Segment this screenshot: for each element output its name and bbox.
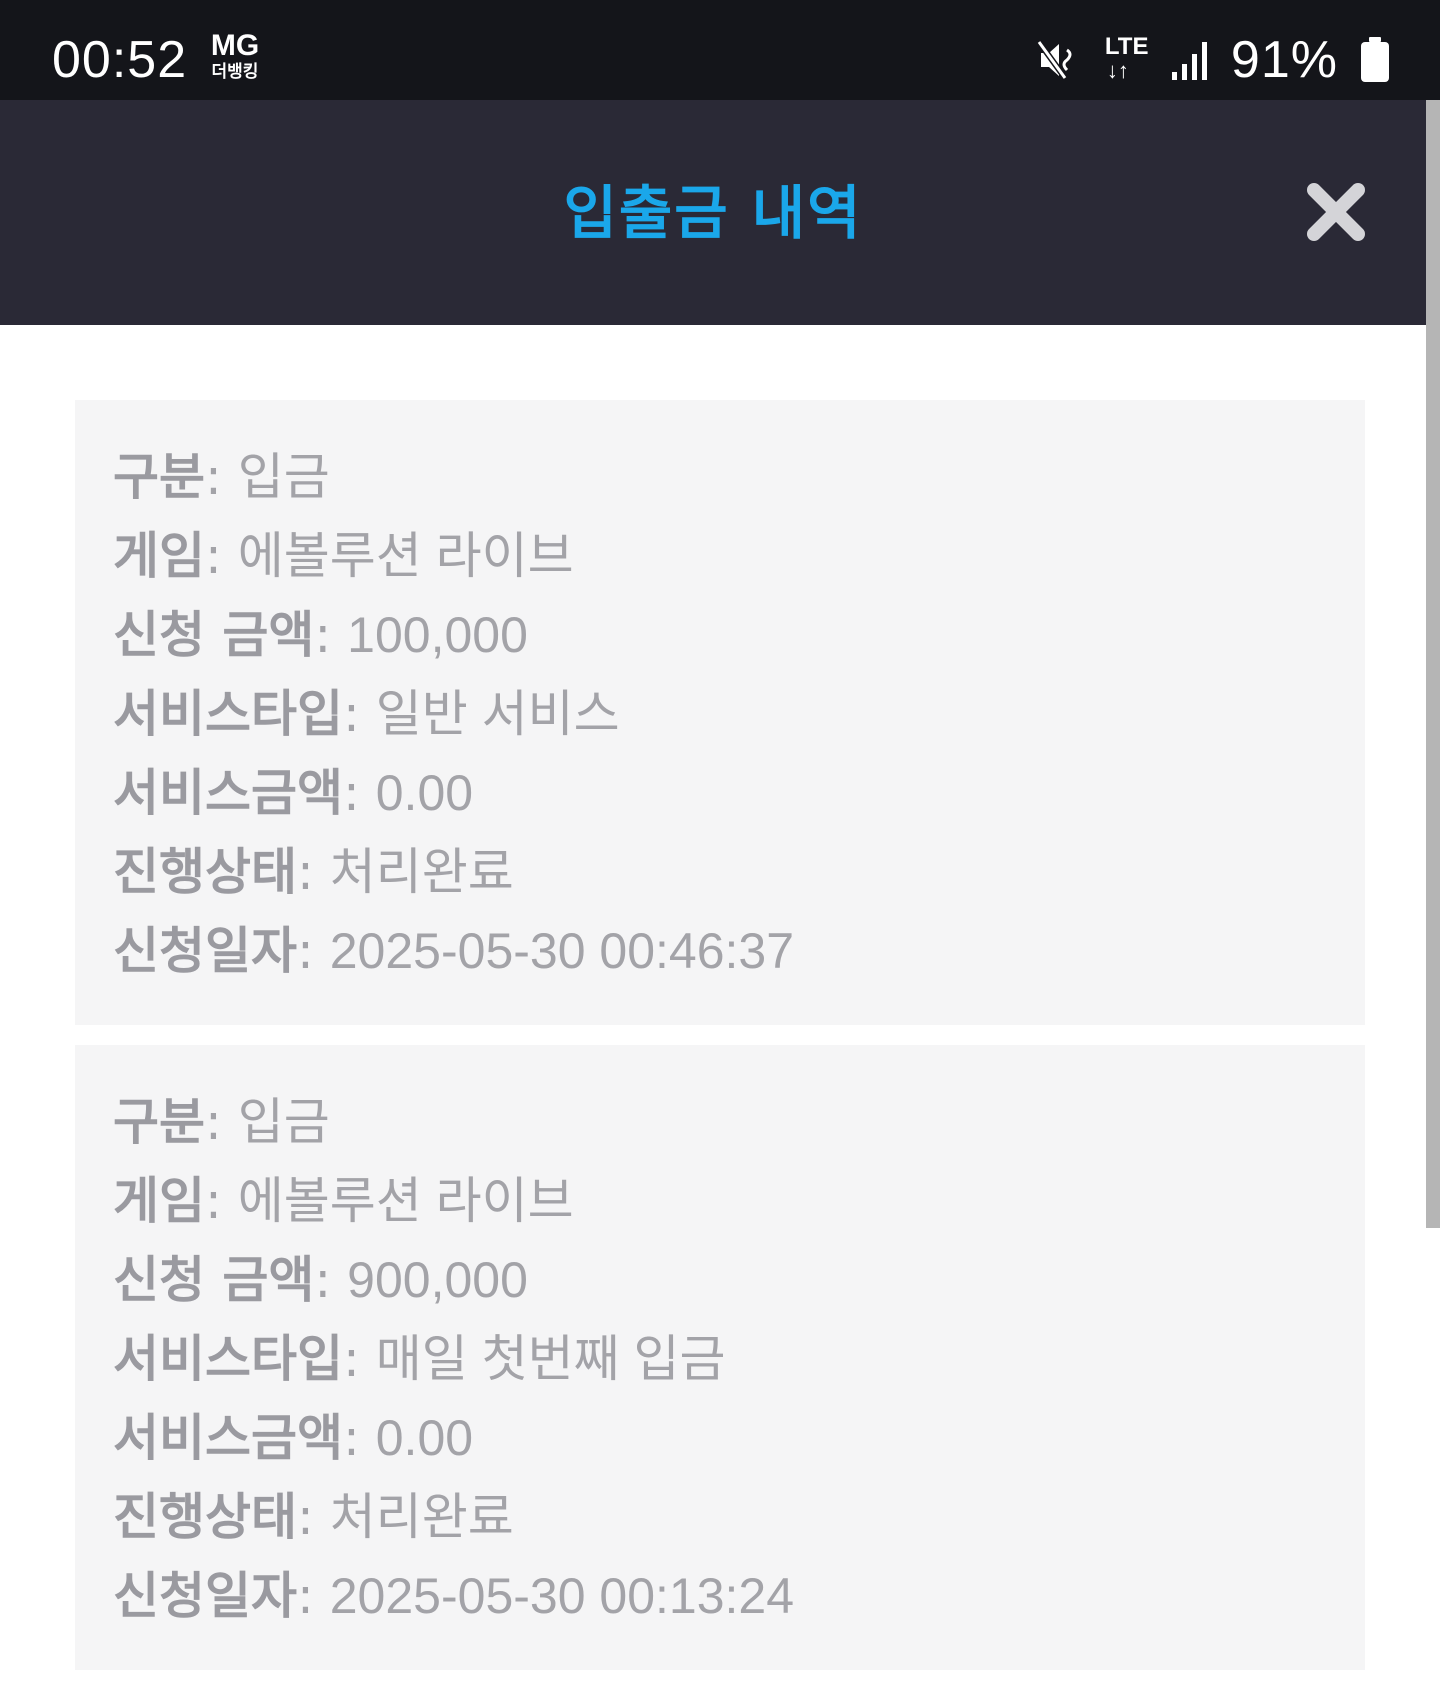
lte-indicator: LTE ↓↑ [1103, 35, 1149, 85]
battery-percent: 91% [1230, 31, 1338, 89]
battery-icon [1360, 37, 1390, 83]
status-label: 진행상태 [113, 843, 297, 901]
date-label: 신청일자 [113, 1567, 297, 1625]
transaction-card: 구분: 입금 게임: 에볼루션 라이브 신청 금액: 100,000 서비스타입… [75, 400, 1365, 1025]
game-row: 게임: 에볼루션 라이브 [113, 1172, 574, 1230]
status-time: 00:52 [52, 31, 188, 89]
amount-row: 신청 금액: 100,000 [113, 606, 528, 664]
transaction-list: 구분: 입금 게임: 에볼루션 라이브 신청 금액: 100,000 서비스타입… [75, 400, 1365, 1690]
game-value: 에볼루션 라이브 [237, 1173, 574, 1229]
type-label: 구분 [113, 1093, 205, 1151]
service-type-row: 서비스타입: 일반 서비스 [113, 685, 620, 743]
service-amount-label: 서비스금액 [113, 1409, 343, 1467]
amount-value: 900,000 [347, 1252, 528, 1308]
service-type-row: 서비스타입: 매일 첫번째 입금 [113, 1330, 726, 1388]
game-value: 에볼루션 라이브 [237, 528, 574, 584]
date-value: 2025-05-30 00:46:37 [329, 923, 795, 979]
type-row: 구분: 입금 [113, 1093, 330, 1151]
page-title: 입출금 내역 [563, 179, 863, 247]
date-label: 신청일자 [113, 922, 297, 980]
amount-value: 100,000 [347, 607, 528, 663]
date-row: 신청일자: 2025-05-30 00:13:24 [113, 1567, 795, 1625]
status-value: 처리완료 [329, 1489, 514, 1545]
status-indicators: LTE ↓↑ 91% [1036, 30, 1390, 90]
service-amount-label: 서비스금액 [113, 764, 343, 822]
service-amount-value: 0.00 [375, 765, 474, 821]
type-row: 구분: 입금 [113, 448, 330, 506]
type-value: 입금 [237, 1094, 330, 1150]
amount-row: 신청 금액: 900,000 [113, 1251, 528, 1309]
game-row: 게임: 에볼루션 라이브 [113, 527, 574, 585]
scrollbar-thumb[interactable] [1426, 100, 1440, 1228]
service-amount-row: 서비스금액: 0.00 [113, 764, 474, 822]
date-value: 2025-05-30 00:13:24 [329, 1568, 795, 1624]
service-type-value: 일반 서비스 [375, 686, 620, 742]
date-row: 신청일자: 2025-05-30 00:46:37 [113, 922, 795, 980]
data-activity-icon: ↓↑ [1106, 58, 1129, 83]
game-label: 게임 [113, 527, 205, 585]
transaction-card: 구분: 입금 게임: 에볼루션 라이브 신청 금액: 900,000 서비스타입… [75, 1045, 1365, 1670]
status-value: 처리완료 [329, 844, 514, 900]
amount-label: 신청 금액 [113, 606, 315, 664]
signal-icon [1171, 38, 1209, 82]
service-type-label: 서비스타입 [113, 685, 343, 743]
carrier-logo: MG 더뱅킹 [200, 29, 270, 83]
service-type-label: 서비스타입 [113, 1330, 343, 1388]
modal-header: 입출금 내역 [0, 100, 1426, 325]
game-label: 게임 [113, 1172, 205, 1230]
service-amount-value: 0.00 [375, 1410, 474, 1466]
status-row: 진행상태: 처리완료 [113, 1488, 514, 1546]
close-icon [1307, 183, 1365, 241]
status-bar: 00:52 MG 더뱅킹 LTE ↓↑ 91% [0, 0, 1440, 100]
amount-label: 신청 금액 [113, 1251, 315, 1309]
carrier-name: MG [210, 29, 260, 62]
mute-icon [1036, 38, 1081, 82]
type-value: 입금 [237, 449, 330, 505]
carrier-subname: 더뱅킹 [211, 62, 259, 82]
status-row: 진행상태: 처리완료 [113, 843, 514, 901]
type-label: 구분 [113, 448, 205, 506]
status-label: 진행상태 [113, 1488, 297, 1546]
service-amount-row: 서비스금액: 0.00 [113, 1409, 474, 1467]
close-button[interactable] [1304, 180, 1368, 244]
service-type-value: 매일 첫번째 입금 [375, 1331, 726, 1387]
network-type: LTE [1104, 33, 1149, 60]
